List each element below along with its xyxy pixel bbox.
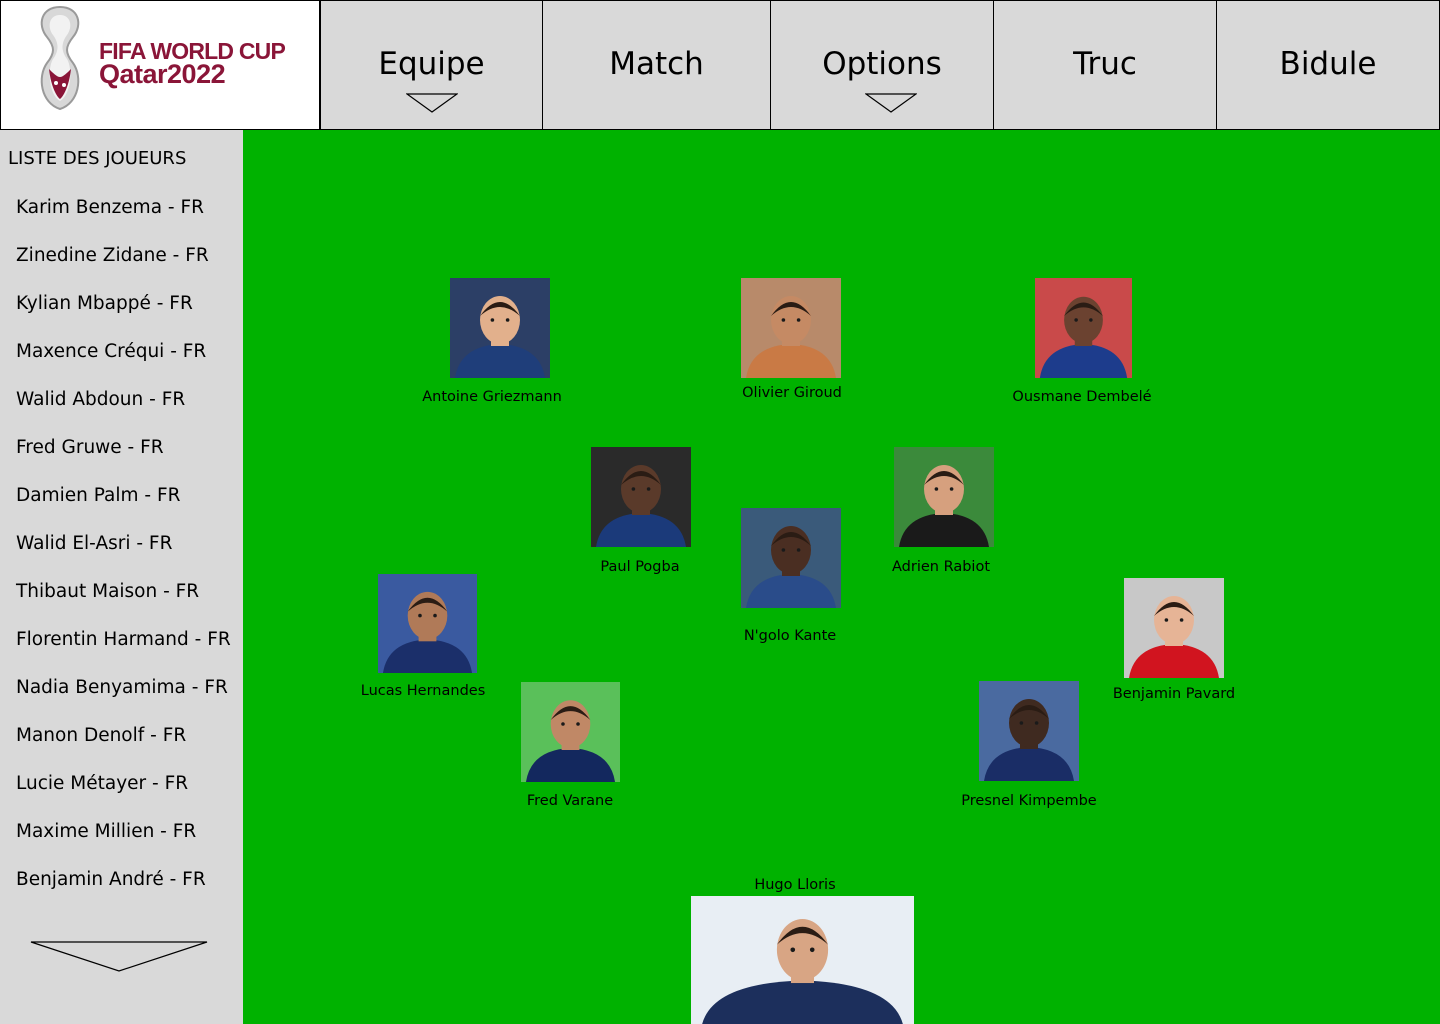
player-portrait-image: [378, 574, 477, 673]
player-name-label: Adrien Rabiot: [891, 559, 991, 575]
tab-bidule[interactable]: Bidule: [1216, 0, 1440, 130]
player-photo[interactable]: [1035, 278, 1132, 378]
player-name-label: Olivier Giroud: [742, 385, 842, 401]
tab-truc-label: Truc: [1073, 46, 1137, 82]
tab-equipe-label: Equipe: [378, 46, 485, 82]
player-portrait-image: [521, 682, 620, 782]
player-photo[interactable]: [894, 447, 994, 547]
player-name-label: Paul Pogba: [600, 559, 680, 575]
player-list-item[interactable]: Damien Palm - FR: [16, 483, 181, 509]
player-name-label: Presnel Kimpembe: [961, 793, 1097, 809]
sidebar-title: LISTE DES JOUEURS: [8, 148, 187, 169]
player-name-label: Hugo Lloris: [754, 877, 836, 893]
tab-bidule-label: Bidule: [1279, 46, 1377, 82]
tab-equipe[interactable]: Equipe: [320, 0, 543, 130]
player-name-label: Benjamin Pavard: [1112, 686, 1236, 702]
player-list-item[interactable]: Walid Abdoun - FR: [16, 387, 185, 413]
player-list-item[interactable]: Benjamin André - FR: [16, 867, 206, 893]
player-name-label: Fred Varane: [526, 793, 614, 809]
player-portrait-image: [1035, 278, 1132, 378]
player-photo[interactable]: [691, 896, 914, 1024]
player-photo[interactable]: [450, 278, 550, 378]
player-photo[interactable]: [1124, 578, 1224, 678]
player-name-label: Antoine Griezmann: [422, 389, 562, 405]
player-photo[interactable]: [979, 681, 1079, 781]
player-photo[interactable]: [378, 574, 477, 673]
player-name-label: Lucas Hernandes: [360, 683, 486, 699]
player-photo[interactable]: [521, 682, 620, 782]
player-list-item[interactable]: Maxence Créqui - FR: [16, 339, 206, 365]
world-cup-emblem-icon: [40, 5, 80, 111]
logo-subtitle: Qatar2022: [99, 59, 226, 89]
player-list-item[interactable]: Zinedine Zidane - FR: [16, 243, 209, 269]
player-portrait-image: [894, 447, 994, 547]
player-photo[interactable]: [741, 508, 841, 608]
player-photo[interactable]: [591, 447, 691, 547]
player-portrait-image: [741, 508, 841, 608]
player-portrait-image: [1124, 578, 1224, 678]
fifa-world-cup-logo[interactable]: FIFA WORLD CUP Qatar2022: [0, 0, 320, 130]
player-list-item[interactable]: Florentin Harmand - FR: [16, 627, 231, 653]
tab-options-label: Options: [822, 46, 942, 82]
player-list-item[interactable]: Manon Denolf - FR: [16, 723, 186, 749]
player-list-item[interactable]: Kylian Mbappé - FR: [16, 291, 193, 317]
player-portrait-image: [691, 896, 914, 1024]
player-list-item[interactable]: Lucie Métayer - FR: [16, 771, 188, 797]
player-list-item[interactable]: Karim Benzema - FR: [16, 195, 204, 221]
player-list-item[interactable]: Maxime Millien - FR: [16, 819, 196, 845]
player-portrait-image: [979, 681, 1079, 781]
chevron-down-icon[interactable]: [865, 93, 917, 113]
scroll-down-chevron-icon[interactable]: [30, 941, 208, 972]
player-portrait-image: [450, 278, 550, 378]
chevron-down-icon[interactable]: [406, 93, 458, 113]
tab-match[interactable]: Match: [542, 0, 771, 130]
player-list-item[interactable]: Nadia Benyamima - FR: [16, 675, 228, 701]
tab-truc[interactable]: Truc: [993, 0, 1217, 130]
top-navigation-bar: FIFA WORLD CUP Qatar2022 Equipe Match Op…: [0, 0, 1440, 130]
player-photo[interactable]: [741, 278, 841, 378]
player-name-label: N'golo Kante: [743, 628, 837, 644]
tab-match-label: Match: [609, 46, 704, 82]
player-portrait-image: [741, 278, 841, 378]
player-list-item[interactable]: Walid El-Asri - FR: [16, 531, 172, 557]
formation-field: Antoine Griezmann Olivier Giroud Ousmane…: [243, 130, 1440, 1024]
player-portrait-image: [591, 447, 691, 547]
tab-options[interactable]: Options: [770, 0, 994, 130]
player-list-sidebar: LISTE DES JOUEURS Karim Benzema - FR Zin…: [0, 130, 243, 1024]
player-list-item[interactable]: Thibaut Maison - FR: [16, 579, 199, 605]
player-name-label: Ousmane Dembelé: [1012, 389, 1152, 405]
player-list-item[interactable]: Fred Gruwe - FR: [16, 435, 164, 461]
